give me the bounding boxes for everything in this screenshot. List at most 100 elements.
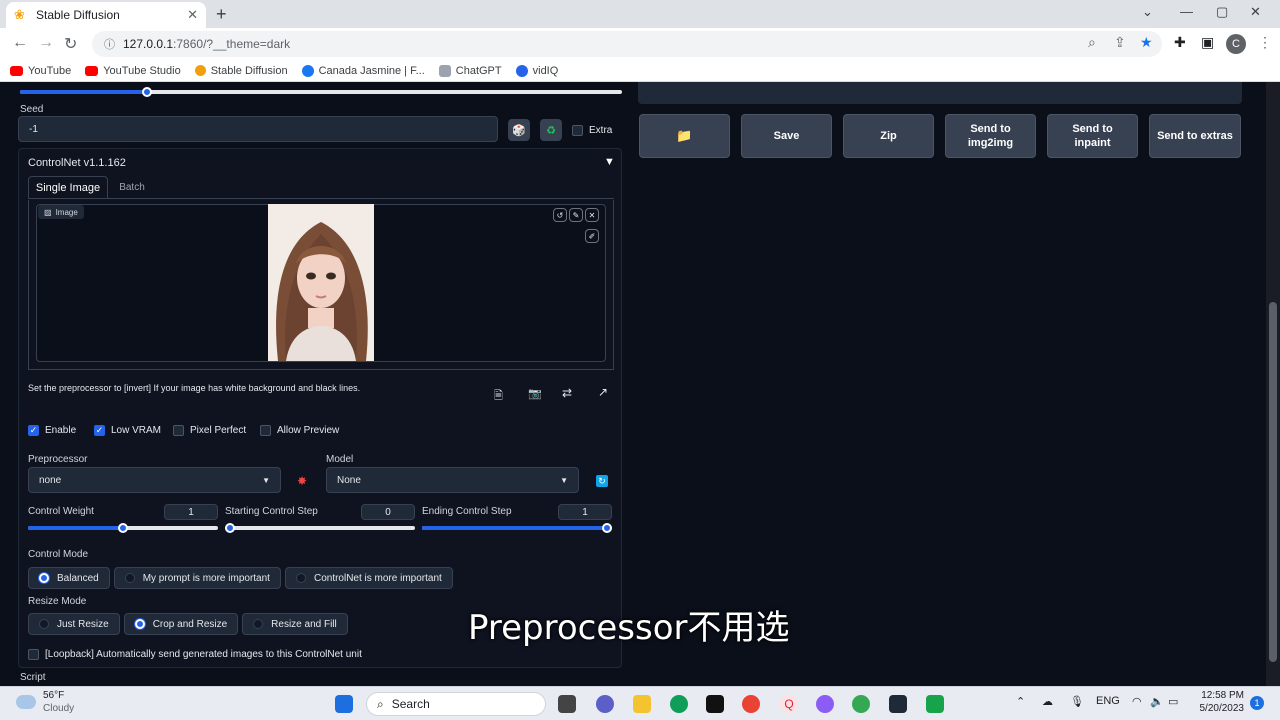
allow-preview-checkbox-box[interactable] [260, 425, 271, 436]
capcut-icon[interactable] [706, 695, 724, 713]
save-button[interactable]: Save [741, 114, 832, 158]
control-weight-slider[interactable] [28, 523, 218, 533]
resize-mode-just-resize[interactable]: Just Resize [28, 613, 120, 635]
control-weight-input[interactable]: 1 [164, 504, 218, 520]
pixel-perfect-checkbox-box[interactable] [173, 425, 184, 436]
extra-checkbox[interactable]: Extra [572, 125, 612, 136]
wifi-icon[interactable]: ◠ [1132, 695, 1142, 708]
battery-icon[interactable]: ▭ [1168, 695, 1178, 708]
volume-icon[interactable]: 🔈 [1150, 695, 1164, 708]
low-vram-checkbox[interactable]: ✓ Low VRAM [94, 425, 161, 436]
loopback-checkbox[interactable]: [Loopback] Automatically send generated … [28, 649, 362, 660]
undo-icon[interactable]: ↺ [553, 208, 567, 222]
allow-preview-checkbox[interactable]: Allow Preview [260, 425, 339, 436]
side-panel-icon[interactable]: ▣ [1201, 34, 1214, 51]
control-weight-knob[interactable] [118, 523, 128, 533]
bookmark-stable-diffusion[interactable]: Stable Diffusion [194, 65, 288, 77]
close-tab-icon[interactable]: ✕ [187, 7, 198, 23]
page-scrollbar-thumb[interactable] [1269, 302, 1277, 662]
zoom-icon[interactable]: ⌕ [1088, 34, 1096, 51]
taskbar-search-box[interactable]: ⌕ Search [366, 692, 546, 716]
ending-step-knob[interactable] [602, 523, 612, 533]
terminal-icon[interactable] [889, 695, 907, 713]
reload-icon[interactable]: ↻ [64, 34, 77, 54]
send-dimensions-icon[interactable]: ↗ [598, 385, 608, 399]
edit-icon[interactable]: ✎ [569, 208, 583, 222]
extra-checkbox-box[interactable] [572, 125, 583, 136]
mirror-icon[interactable]: ⇄ [562, 386, 572, 400]
control-mode-balanced[interactable]: Balanced [28, 567, 110, 589]
clock-time[interactable]: 12:58 PM [1198, 690, 1244, 701]
menu-icon[interactable]: ⋮ [1258, 34, 1272, 51]
bookmark-youtube-studio[interactable]: YouTube Studio [85, 65, 181, 77]
collapse-triangle-icon[interactable]: ▼ [604, 156, 615, 168]
zip-button[interactable]: Zip [843, 114, 934, 158]
edge-icon[interactable] [670, 695, 688, 713]
onedrive-cloud-icon[interactable]: ☁ [1042, 695, 1053, 708]
show-hidden-icons-chevron-icon[interactable]: ⌃ [1016, 695, 1025, 708]
run-preprocessor-explosion-icon[interactable]: ✸ [297, 474, 307, 488]
browser-tab[interactable]: ❀ Stable Diffusion ✕ [6, 2, 206, 28]
file-explorer-icon[interactable] [633, 695, 651, 713]
top-slider-knob[interactable] [142, 87, 152, 97]
chrome-icon[interactable] [742, 695, 760, 713]
bookmark-star-icon[interactable]: ★ [1140, 34, 1153, 51]
starting-step-knob[interactable] [225, 523, 235, 533]
microphone-icon[interactable]: 🎙 [1070, 695, 1084, 708]
new-tab-icon[interactable]: + [216, 4, 227, 25]
control-mode-controlnet[interactable]: ControlNet is more important [284, 567, 453, 589]
seed-input[interactable]: -1 [18, 116, 498, 142]
ending-step-slider[interactable] [422, 523, 612, 533]
teams-chat-icon[interactable] [596, 695, 614, 713]
task-view-icon[interactable] [558, 695, 576, 713]
site-info-icon[interactable]: ⓘ [104, 36, 115, 52]
headset-app-icon[interactable] [816, 695, 834, 713]
starting-step-slider[interactable] [225, 523, 415, 533]
bookmark-youtube[interactable]: YouTube [10, 65, 71, 77]
resize-mode-crop-and-resize[interactable]: Crop and Resize [123, 613, 239, 635]
clear-image-icon[interactable]: ✕ [585, 208, 599, 222]
chrome-active-icon[interactable] [852, 695, 870, 713]
bookmark-facebook[interactable]: Canada Jasmine | F... [301, 64, 425, 77]
notification-badge[interactable]: 1 [1250, 696, 1264, 710]
address-bar[interactable]: ⓘ 127.0.0.1:7860/?__theme=dark [92, 31, 1162, 57]
bookmark-vidiq[interactable]: vidIQ [515, 64, 558, 77]
send-to-extras-button[interactable]: Send to extras [1149, 114, 1241, 158]
enable-checkbox-box[interactable]: ✓ [28, 425, 39, 436]
refresh-models-icon[interactable]: ↻ [596, 475, 608, 487]
pixel-perfect-checkbox[interactable]: Pixel Perfect [173, 425, 246, 436]
control-mode-prompt[interactable]: My prompt is more important [113, 567, 281, 589]
tab-search-icon[interactable]: ⌄ [1142, 4, 1153, 20]
low-vram-checkbox-box[interactable]: ✓ [94, 425, 105, 436]
bookmark-chatgpt[interactable]: ChatGPT [438, 64, 502, 77]
top-slider[interactable] [20, 87, 622, 97]
tab-single-image[interactable]: Single Image [28, 176, 108, 198]
windows-start-icon[interactable] [335, 695, 353, 713]
model-dropdown[interactable]: None ▼ [326, 467, 579, 493]
weather-temp[interactable]: 56°F [43, 690, 64, 701]
forward-icon[interactable]: → [38, 34, 54, 52]
app-q-icon[interactable]: Q [780, 695, 798, 713]
open-folder-button[interactable]: 📁 [639, 114, 730, 158]
resize-mode-resize-and-fill[interactable]: Resize and Fill [242, 613, 348, 635]
send-to-img2img-button[interactable]: Send to img2img [945, 114, 1036, 158]
back-icon[interactable]: ← [12, 34, 28, 52]
tab-batch[interactable]: Batch [108, 176, 156, 198]
brush-icon[interactable]: ✐ [585, 229, 599, 243]
random-seed-dice-icon[interactable]: 🎲 [508, 119, 530, 141]
preprocessor-dropdown[interactable]: none ▼ [28, 467, 281, 493]
clock-date[interactable]: 5/20/2023 [1194, 703, 1245, 714]
language-indicator[interactable]: ENG [1096, 695, 1120, 707]
send-to-inpaint-button[interactable]: Send to inpaint [1047, 114, 1138, 158]
maximize-icon[interactable]: ▢ [1216, 4, 1228, 20]
weather-cloud-icon[interactable] [16, 695, 36, 709]
enable-checkbox[interactable]: ✓ Enable [28, 425, 76, 436]
weather-desc[interactable]: Cloudy [43, 703, 74, 714]
new-canvas-icon[interactable]: 🗎 [494, 387, 503, 406]
minimize-icon[interactable]: — [1180, 4, 1193, 19]
share-icon[interactable]: ⇪ [1114, 34, 1126, 51]
reuse-seed-recycle-icon[interactable]: ♻ [540, 119, 562, 141]
loopback-checkbox-box[interactable] [28, 649, 39, 660]
webcam-icon[interactable]: 📷 [528, 387, 542, 400]
profile-avatar[interactable]: C [1226, 34, 1246, 54]
